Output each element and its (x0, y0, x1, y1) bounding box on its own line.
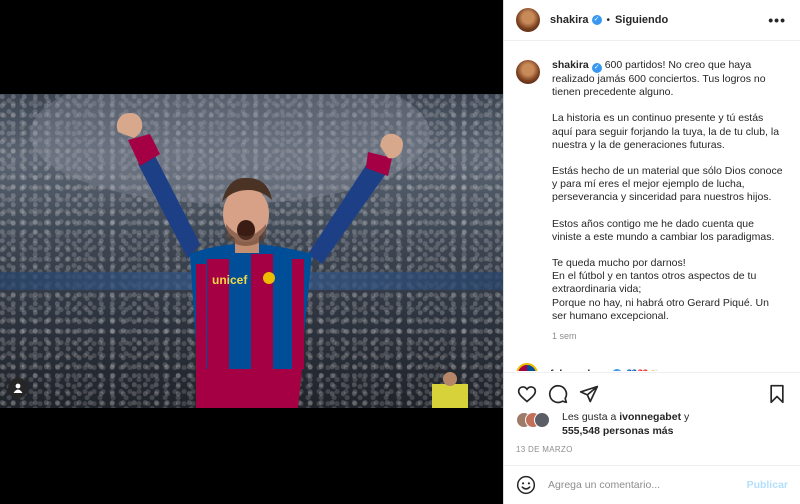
header-separator: • (606, 14, 611, 26)
action-bar (504, 372, 800, 410)
comment-username[interactable]: fcbarcelona (550, 368, 609, 371)
more-options-icon[interactable]: ••• (768, 12, 786, 28)
avatar[interactable] (516, 8, 540, 32)
post-header: shakira ✓ • Siguiendo ••• (504, 0, 800, 41)
post-side-panel: shakira ✓ • Siguiendo ••• shakira ✓ 600 p… (503, 0, 800, 504)
verified-badge-icon: ✓ (591, 15, 602, 25)
caption-text: shakira ✓ 600 partidos! No creo que haya … (552, 59, 786, 343)
liker-avatars[interactable] (516, 412, 550, 430)
likes-prefix: Les gusta a (562, 411, 617, 423)
emoji-icon[interactable] (516, 475, 536, 495)
user-tag-icon (13, 383, 23, 393)
caption: shakira ✓ 600 partidos! No creo que haya … (516, 59, 786, 343)
comment-button[interactable] (547, 383, 569, 405)
likes-count[interactable]: 555,548 personas más (562, 425, 674, 437)
share-button[interactable] (578, 383, 600, 405)
comment-icon (548, 384, 568, 404)
caption-verified-badge-icon: ✓ (591, 63, 602, 73)
caption-paragraph-4: Estos años contigo me he dado cuenta que… (552, 217, 775, 243)
comment-verified-badge-icon: ✓ (611, 369, 622, 371)
comments-scroll-area[interactable]: shakira ✓ 600 partidos! No creo que haya … (504, 41, 800, 371)
likes-summary: Les gusta a ivonnegabet y 555,548 person… (516, 410, 788, 438)
comment-input[interactable] (548, 479, 747, 491)
caption-timestamp[interactable]: 1 sem (552, 330, 786, 343)
player-illustration: unicef (30, 94, 468, 408)
comment-item: fcbarcelona ✓ 💙❤️👏 (516, 363, 786, 371)
liker-username[interactable]: ivonnegabet (619, 411, 681, 423)
caption-paragraph-2: La historia es un continuo presente y tú… (552, 112, 780, 151)
caption-paragraph-3: Estás hecho de un material que sólo Dios… (552, 165, 783, 204)
following-button[interactable]: Siguiendo (615, 14, 668, 26)
user-tag-button[interactable] (8, 378, 28, 398)
likes-connector: y (683, 411, 690, 423)
comment-emojis: 💙❤️👏 (626, 369, 660, 371)
like-button[interactable] (516, 383, 538, 405)
bookmark-icon (770, 384, 784, 404)
caption-paragraph-5: Te queda mucho por darnos! En el fútbol … (552, 257, 769, 322)
post-photo[interactable]: unicef (0, 94, 503, 408)
likes-text: Les gusta a ivonnegabet y 555,548 person… (562, 410, 689, 438)
publish-button[interactable]: Publicar (747, 479, 788, 491)
share-icon (579, 385, 599, 403)
heart-icon (517, 386, 537, 403)
post-media: unicef (0, 0, 503, 504)
caption-paragraph-1: shakira ✓ 600 partidos! No creo que haya … (552, 59, 786, 99)
post-date[interactable]: 13 DE MARZO (516, 445, 573, 454)
caption-avatar[interactable] (516, 60, 540, 84)
comment-avatar[interactable] (516, 363, 538, 371)
header-username[interactable]: shakira (550, 14, 589, 26)
jersey-sponsor-text: unicef (212, 273, 248, 287)
caption-username[interactable]: shakira (552, 59, 589, 71)
comment-composer: Publicar (504, 465, 800, 504)
liker-avatar (534, 412, 550, 428)
save-button[interactable] (766, 383, 788, 405)
